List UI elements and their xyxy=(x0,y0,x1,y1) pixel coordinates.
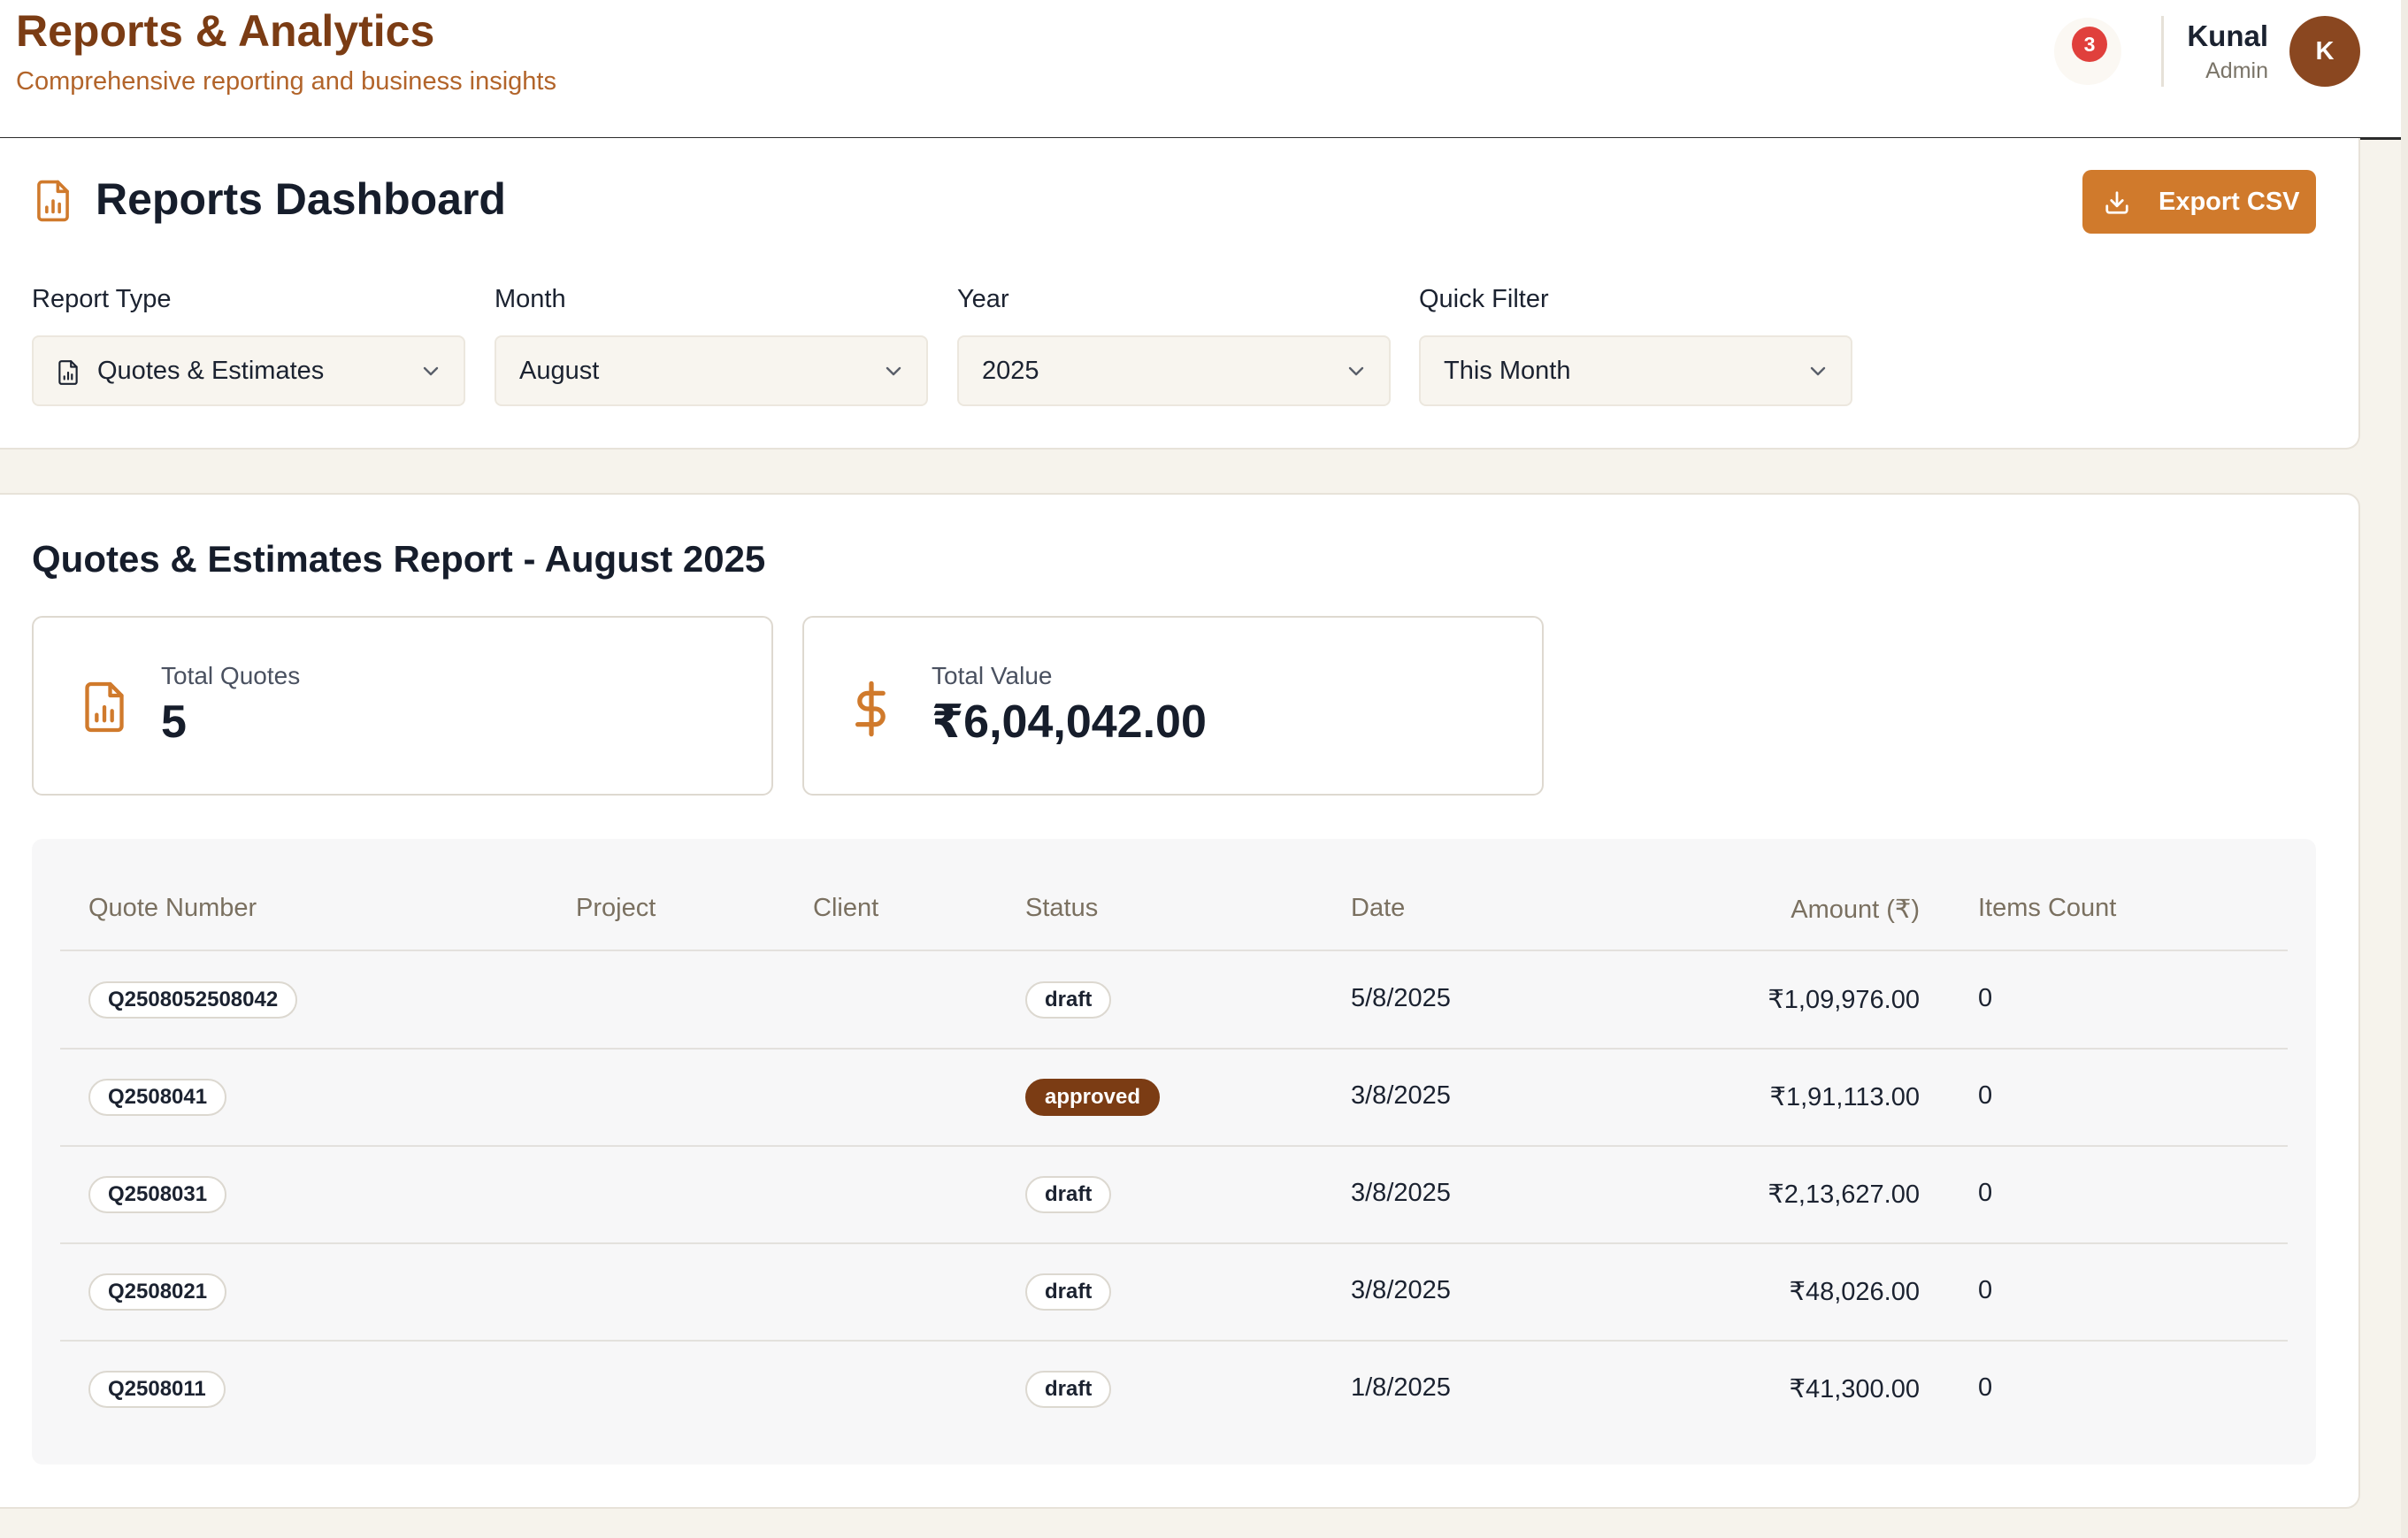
stat-label: Total Quotes xyxy=(161,662,301,689)
column-header[interactable]: Items Count xyxy=(1978,894,2116,923)
month-value: August xyxy=(519,357,600,385)
chevron-down-icon xyxy=(1348,366,1364,376)
month-select[interactable]: August xyxy=(495,335,928,406)
quote-number-badge[interactable]: Q2508041 xyxy=(88,1079,227,1116)
date-cell: 1/8/2025 xyxy=(1351,1373,1451,1402)
date-cell: 3/8/2025 xyxy=(1351,1081,1451,1110)
year-select[interactable]: 2025 xyxy=(957,335,1391,406)
column-header[interactable]: Amount (₹) xyxy=(1566,894,1920,925)
status-badge: draft xyxy=(1025,981,1112,1019)
chevron-down-icon xyxy=(886,366,901,376)
status-badge: draft xyxy=(1025,1176,1112,1213)
divider xyxy=(60,950,2288,951)
amount-cell: ₹48,026.00 xyxy=(1789,1278,1920,1306)
report-type-value: Quotes & Estimates xyxy=(97,357,325,385)
page-title: Reports Dashboard xyxy=(96,174,506,224)
quick-filter-value: This Month xyxy=(1444,357,1571,385)
export-csv-button[interactable]: Export CSV xyxy=(2082,170,2316,234)
chevron-down-icon xyxy=(1810,366,1826,376)
month-label: Month xyxy=(495,285,566,313)
quote-number-badge[interactable]: Q2508011 xyxy=(88,1371,226,1408)
chevron-down-icon xyxy=(423,366,439,376)
avatar[interactable]: K xyxy=(2289,16,2360,87)
amount-cell: ₹2,13,627.00 xyxy=(1768,1180,1920,1209)
date-cell: 3/8/2025 xyxy=(1351,1179,1451,1207)
amount-cell: ₹1,09,976.00 xyxy=(1768,986,1920,1014)
top-bar: Reports & Analytics Comprehensive report… xyxy=(0,0,2408,140)
file-chart-icon xyxy=(58,360,78,385)
status-badge: approved xyxy=(1025,1079,1161,1116)
column-header[interactable]: Client xyxy=(813,894,878,923)
quick-filter-label: Quick Filter xyxy=(1419,285,1549,313)
app-title: Reports & Analytics xyxy=(16,6,435,56)
year-value: 2025 xyxy=(982,357,1039,385)
page-scrollbar[interactable] xyxy=(2401,0,2408,1538)
quote-number-badge[interactable]: Q2508021 xyxy=(88,1273,227,1311)
items-count-cell: 0 xyxy=(1978,984,1993,1012)
header-divider xyxy=(2161,16,2164,87)
user-name: Kunal xyxy=(2187,19,2268,52)
status-badge: draft xyxy=(1025,1273,1112,1311)
download-icon xyxy=(2105,191,2128,214)
column-header[interactable]: Project xyxy=(576,894,656,923)
column-header[interactable]: Quote Number xyxy=(88,894,257,923)
year-label: Year xyxy=(957,285,1009,313)
items-count-cell: 0 xyxy=(1978,1081,1993,1110)
report-type-label: Report Type xyxy=(32,285,172,313)
stat-card-total-quotes: Total Quotes 5 xyxy=(32,616,773,796)
file-chart-icon xyxy=(37,180,69,222)
divider xyxy=(60,1340,2288,1342)
divider xyxy=(60,1048,2288,1050)
column-header[interactable]: Date xyxy=(1351,894,1405,923)
stat-value: 5 xyxy=(161,696,187,748)
notification-badge: 3 xyxy=(2072,27,2107,62)
report-type-select[interactable]: Quotes & Estimates xyxy=(32,335,465,406)
app-subtitle: Comprehensive reporting and business ins… xyxy=(16,67,556,96)
quote-number-badge[interactable]: Q2508031 xyxy=(88,1176,227,1213)
report-title: Quotes & Estimates Report - August 2025 xyxy=(32,538,766,580)
user-role: Admin xyxy=(2205,58,2268,83)
date-cell: 5/8/2025 xyxy=(1351,984,1451,1012)
items-count-cell: 0 xyxy=(1978,1276,1993,1304)
divider xyxy=(60,1145,2288,1147)
file-chart-icon xyxy=(85,681,124,733)
date-cell: 3/8/2025 xyxy=(1351,1276,1451,1304)
stat-card-total-value: Total Value ₹6,04,042.00 xyxy=(802,616,1544,796)
stat-value: ₹6,04,042.00 xyxy=(932,696,1207,748)
export-csv-label: Export CSV xyxy=(2159,188,2300,216)
quote-number-badge[interactable]: Q2508052508042 xyxy=(88,981,298,1019)
column-header[interactable]: Status xyxy=(1025,894,1098,923)
status-badge: draft xyxy=(1025,1371,1112,1408)
amount-cell: ₹1,91,113.00 xyxy=(1769,1083,1921,1111)
quick-filter-select[interactable]: This Month xyxy=(1419,335,1852,406)
quotes-table xyxy=(32,839,2316,1465)
stat-label: Total Value xyxy=(932,662,1053,689)
items-count-cell: 0 xyxy=(1978,1179,1993,1207)
items-count-cell: 0 xyxy=(1978,1373,1993,1402)
amount-cell: ₹41,300.00 xyxy=(1789,1375,1920,1403)
dollar-icon xyxy=(855,681,886,737)
divider xyxy=(60,1242,2288,1244)
